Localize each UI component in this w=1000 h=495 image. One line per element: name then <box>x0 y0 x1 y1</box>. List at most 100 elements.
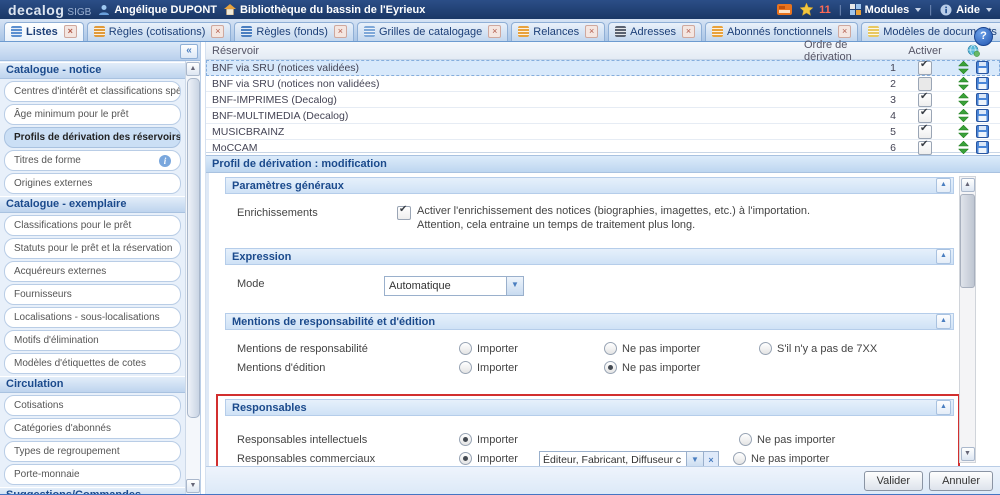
save-row-icon[interactable] <box>976 93 989 106</box>
activer-checkbox[interactable]: ✔ <box>918 61 932 75</box>
enrichissements-checkbox[interactable]: ✔ <box>397 206 411 220</box>
modules-menu[interactable]: Modules <box>850 4 922 16</box>
responsables-commerciaux-combo[interactable]: Éditeur, Fabricant, Diffuseur c ▼ × <box>539 451 719 466</box>
scroll-up-icon[interactable]: ▲ <box>186 62 200 76</box>
tab-close-icon[interactable]: × <box>211 25 224 38</box>
field-label: Responsables commerciaux <box>237 451 459 465</box>
column-header-ordre[interactable]: Ordre de dérivation <box>800 39 904 63</box>
user-menu[interactable]: Angélique DUPONT <box>98 4 217 16</box>
sidebar-item[interactable]: Types de regroupement <box>4 441 181 462</box>
save-row-icon[interactable] <box>976 109 989 122</box>
sidebar-item[interactable]: Centres d'intérêt et classifications spé… <box>4 81 181 102</box>
activer-checkbox[interactable] <box>918 77 932 91</box>
save-row-icon[interactable] <box>976 61 989 74</box>
sidebar-item[interactable]: Âge minimum pour le prêt <box>4 104 181 125</box>
section-collapse-icon[interactable]: ▲ <box>936 400 951 415</box>
tab-close-icon[interactable]: × <box>488 25 501 38</box>
tab-close-icon[interactable]: × <box>64 25 77 38</box>
scrollbar-thumb[interactable] <box>960 194 975 288</box>
dropdown-arrow-icon[interactable]: ▼ <box>687 451 704 466</box>
scroll-down-icon[interactable]: ▼ <box>186 479 200 493</box>
help-bubble-icon[interactable]: ? <box>974 27 993 46</box>
library-menu[interactable]: Bibliothèque du bassin de l'Eyrieux <box>224 4 425 16</box>
column-header-reservoir[interactable]: Réservoir <box>206 45 800 57</box>
sidebar-section-header: Catalogue - notice <box>0 62 185 79</box>
clear-icon[interactable]: × <box>704 451 719 466</box>
table-row[interactable]: BNF via SRU (notices non validées)2 <box>206 76 1000 92</box>
column-header-activer[interactable]: Activer <box>904 45 946 57</box>
radio-ne-pas-importer[interactable]: Ne pas importer <box>733 451 829 465</box>
sidebar-item[interactable]: Motifs d'élimination <box>4 330 181 351</box>
sidebar-item[interactable]: Titres de formei <box>4 150 181 171</box>
tab-close-icon[interactable]: × <box>334 25 347 38</box>
column-header-tools[interactable] <box>946 44 1000 57</box>
reservoir-table-body: BNF via SRU (notices validées)1✔BNF via … <box>206 60 1000 156</box>
table-row[interactable]: BNF-MULTIMEDIA (Decalog)4✔ <box>206 108 1000 124</box>
sidebar-item[interactable]: Porte-monnaie <box>4 464 181 485</box>
sidebar-item[interactable]: Catégories d'abonnés <box>4 418 181 439</box>
sidebar-collapse-button[interactable]: « <box>180 44 198 59</box>
mode-select[interactable]: Automatique ▼ <box>384 276 524 296</box>
section-collapse-icon[interactable]: ▲ <box>936 249 951 264</box>
radio-importer[interactable]: Importer <box>459 432 739 446</box>
radio-importer[interactable]: Importer <box>459 360 604 374</box>
annuler-button[interactable]: Annuler <box>929 471 993 491</box>
sidebar-item[interactable]: Origines externes <box>4 173 181 194</box>
derivation-order-cell: 6 <box>804 142 904 154</box>
activer-checkbox[interactable]: ✔ <box>918 141 932 155</box>
sidebar-item[interactable]: Statuts pour le prêt et la réservation <box>4 238 181 259</box>
sidebar-item[interactable]: Localisations - sous-localisations <box>4 307 181 328</box>
sidebar-scrollbar[interactable]: ▲ ▼ <box>185 61 200 494</box>
tab-adresses[interactable]: Adresses× <box>608 22 702 41</box>
valider-button[interactable]: Valider <box>864 471 923 491</box>
sidebar-item[interactable]: Classifications pour le prêt <box>4 215 181 236</box>
move-row-icon[interactable] <box>958 141 969 154</box>
tab-regles-cotisations[interactable]: Règles (cotisations)× <box>87 22 232 41</box>
sidebar-item[interactable]: Fournisseurs <box>4 284 181 305</box>
help-menu[interactable]: Aide <box>940 4 992 16</box>
sidebar-item[interactable]: Profils de dérivation des réservoirs <box>4 127 181 148</box>
save-row-icon[interactable] <box>976 77 989 90</box>
move-row-icon[interactable] <box>958 61 969 74</box>
tab-grilles-catalogage[interactable]: Grilles de catalogage× <box>357 22 508 41</box>
sidebar-item[interactable]: Acquéreurs externes <box>4 261 181 282</box>
tab-close-icon[interactable]: × <box>682 25 695 38</box>
section-collapse-icon[interactable]: ▲ <box>936 178 951 193</box>
table-row[interactable]: MUSICBRAINZ5✔ <box>206 124 1000 140</box>
tab-listes[interactable]: Listes× <box>4 22 84 41</box>
info-icon[interactable]: i <box>159 155 171 167</box>
table-row[interactable]: BNF via SRU (notices validées)1✔ <box>206 60 1000 76</box>
scrollbar-thumb[interactable] <box>187 78 200 418</box>
alert-icon[interactable] <box>777 4 792 15</box>
sidebar-item[interactable]: Cotisations <box>4 395 181 416</box>
activer-checkbox[interactable]: ✔ <box>918 125 932 139</box>
tab-regles-fonds[interactable]: Règles (fonds)× <box>234 22 354 41</box>
radio-ne-pas-importer[interactable]: Ne pas importer <box>604 360 759 374</box>
sidebar-item[interactable]: Modèles d'étiquettes de cotes <box>4 353 181 374</box>
save-row-icon[interactable] <box>976 141 989 154</box>
form-scrollbar[interactable]: ▲ ▼ <box>959 176 976 463</box>
move-row-icon[interactable] <box>958 125 969 138</box>
section-collapse-icon[interactable]: ▲ <box>936 314 951 329</box>
move-row-icon[interactable] <box>958 109 969 122</box>
radio-ne-pas-importer[interactable]: Ne pas importer <box>604 341 759 355</box>
tab-close-icon[interactable]: × <box>585 25 598 38</box>
save-row-icon[interactable] <box>976 125 989 138</box>
scroll-down-icon[interactable]: ▼ <box>961 447 975 461</box>
dropdown-arrow-icon[interactable]: ▼ <box>506 277 523 295</box>
scroll-up-icon[interactable]: ▲ <box>961 178 975 192</box>
move-row-icon[interactable] <box>958 93 969 106</box>
table-row[interactable]: BNF-IMPRIMES (Decalog)3✔ <box>206 92 1000 108</box>
radio-importer[interactable]: Importer <box>459 451 539 465</box>
radio-si-pas-7xx[interactable]: S'il n'y a pas de 7XX <box>759 341 877 355</box>
sidebar-item-label: Localisations - sous-localisations <box>14 312 160 323</box>
radio-importer[interactable]: Importer <box>459 341 604 355</box>
move-row-icon[interactable] <box>958 77 969 90</box>
favorites-indicator[interactable]: 11 <box>800 3 831 16</box>
tab-close-icon[interactable]: × <box>838 25 851 38</box>
table-row[interactable]: MoCCAM6✔ <box>206 140 1000 156</box>
activer-checkbox[interactable]: ✔ <box>918 93 932 107</box>
radio-ne-pas-importer[interactable]: Ne pas importer <box>739 432 835 446</box>
tab-relances[interactable]: Relances× <box>511 22 605 41</box>
activer-checkbox[interactable]: ✔ <box>918 109 932 123</box>
